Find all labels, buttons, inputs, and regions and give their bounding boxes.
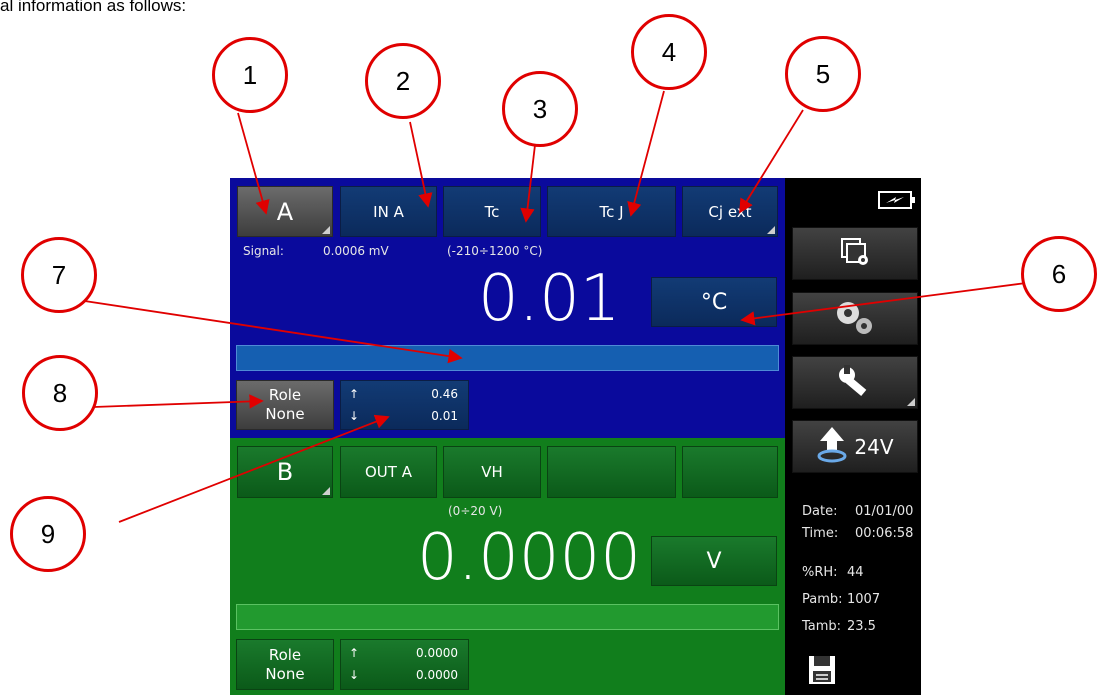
- callout-5: 5: [785, 36, 861, 112]
- callout-4: 4: [631, 14, 707, 90]
- callout-1: 1: [212, 37, 288, 113]
- supply-label: 24V: [854, 434, 894, 459]
- battery-charging-icon: [878, 190, 918, 214]
- range-label-b: (0÷20 V): [448, 504, 503, 518]
- role-line1-a: Role: [268, 386, 302, 404]
- date-value: 01/01/00: [855, 504, 914, 519]
- measured-value-a: 0.01: [478, 262, 621, 336]
- save-icon[interactable]: [807, 654, 837, 690]
- callout-8: 8: [22, 355, 98, 431]
- unit-button-b[interactable]: V: [651, 536, 777, 586]
- callout-3: 3: [502, 71, 578, 147]
- signal-label: Signal:: [243, 244, 284, 258]
- role-button-a[interactable]: Role None: [236, 380, 334, 430]
- empty-button-b1[interactable]: [547, 446, 676, 498]
- role-button-b[interactable]: Role None: [236, 639, 334, 690]
- max-arrow-b: ↑: [349, 646, 360, 660]
- tamb-value: 23.5: [847, 619, 876, 634]
- tools-button[interactable]: [792, 356, 918, 409]
- level-bar-a: [236, 345, 779, 371]
- max-value-b: 0.0000: [416, 646, 458, 660]
- max-arrow-a: ↑: [349, 387, 360, 401]
- channel-a-button[interactable]: A: [237, 186, 333, 237]
- pamb-value: 1007: [847, 592, 881, 607]
- callout-7: 7: [21, 237, 97, 313]
- min-arrow-a: ↓: [349, 409, 360, 423]
- input-a-button[interactable]: IN A: [340, 186, 437, 237]
- min-value-b: 0.0000: [416, 668, 458, 682]
- channel-b-button[interactable]: B: [237, 446, 333, 498]
- unit-button-a[interactable]: °C: [651, 277, 777, 327]
- cold-junction-button[interactable]: Cj ext: [682, 186, 778, 237]
- pamb-label: Pamb:: [802, 592, 843, 607]
- time-label: Time:: [802, 526, 839, 541]
- supply-arrow-icon: [816, 425, 848, 468]
- sensor-type-button[interactable]: Tc J: [547, 186, 676, 237]
- time-value: 00:06:58: [855, 526, 914, 541]
- settings-button[interactable]: [792, 292, 918, 345]
- signal-type-button[interactable]: Tc: [443, 186, 541, 237]
- role-line2-a: None: [265, 405, 305, 423]
- partial-caption: al information as follows:: [0, 0, 187, 15]
- window-settings-icon: [838, 235, 872, 273]
- empty-button-b2[interactable]: [682, 446, 778, 498]
- wrench-icon: [835, 363, 875, 403]
- callout-2: 2: [365, 43, 441, 119]
- range-label-a: (-210÷1200 °C): [447, 244, 543, 258]
- min-value-a: 0.01: [431, 409, 458, 423]
- signal-value: 0.0006 mV: [323, 244, 389, 258]
- measured-value-b: 0.0000: [417, 521, 641, 595]
- rh-label: %RH:: [802, 565, 838, 580]
- role-line1-b: Role: [268, 645, 302, 664]
- level-bar-b: [236, 604, 779, 630]
- tamb-label: Tamb:: [802, 619, 842, 634]
- window-settings-button[interactable]: [792, 227, 918, 280]
- signal-type-button-b[interactable]: VH: [443, 446, 541, 498]
- callout-6: 6: [1021, 236, 1097, 312]
- max-value-a: 0.46: [431, 387, 458, 401]
- callout-9: 9: [10, 496, 86, 572]
- minmax-box-a[interactable]: ↑ 0.46 ↓ 0.01: [340, 380, 469, 430]
- output-a-button[interactable]: OUT A: [340, 446, 437, 498]
- min-arrow-b: ↓: [349, 668, 360, 682]
- gears-icon: [830, 297, 880, 341]
- date-label: Date:: [802, 504, 838, 519]
- supply-24v-button[interactable]: 24V: [792, 420, 918, 473]
- rh-value: 44: [847, 565, 864, 580]
- minmax-box-b[interactable]: ↑ 0.0000 ↓ 0.0000: [340, 639, 469, 690]
- role-line2-b: None: [265, 664, 305, 683]
